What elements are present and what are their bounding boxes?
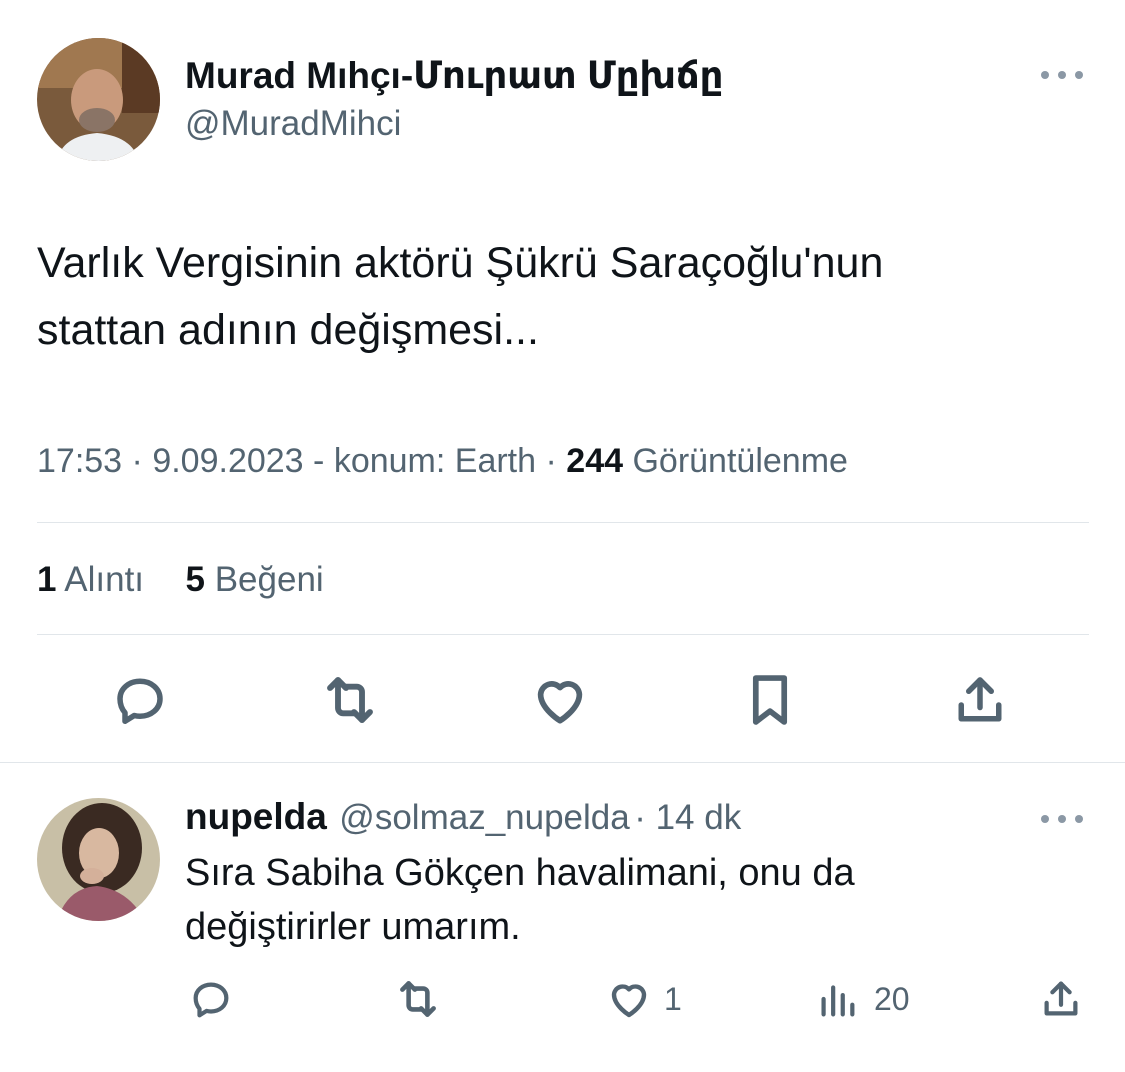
reply-reply-icon[interactable]: [186, 974, 236, 1024]
reply-avatar[interactable]: [37, 798, 160, 921]
tweet-location: konum: Earth: [333, 442, 537, 480]
reply-text-line: Sıra Sabiha Gökçen havalimani, onu da: [185, 852, 855, 894]
tweet-meta: 17:53 · 9.09.2023 - konum: Earth · 244 G…: [37, 442, 848, 481]
share-icon[interactable]: [948, 668, 1012, 732]
tweet-date[interactable]: 9.09.2023: [152, 442, 303, 480]
bookmark-icon[interactable]: [738, 668, 802, 732]
reply-text-line: değiştirirler umarım.: [185, 906, 521, 948]
divider: [37, 634, 1089, 635]
tweet-time[interactable]: 17:53: [37, 442, 122, 480]
reply-retweet-icon[interactable]: [392, 974, 444, 1024]
retweet-icon[interactable]: [318, 668, 382, 732]
likes-label: Beğeni: [214, 560, 324, 599]
divider: [37, 522, 1089, 523]
tweet-text-line: Varlık Vergisinin aktörü Şükrü Saraçoğlu…: [37, 239, 884, 287]
views-count: 244: [566, 442, 624, 480]
reply-like-icon[interactable]: [604, 974, 654, 1024]
more-horizontal-icon[interactable]: [1038, 806, 1086, 832]
author-handle[interactable]: @MuradMihci: [185, 104, 401, 144]
reply-analytics-icon[interactable]: [812, 974, 862, 1024]
reply-display-name[interactable]: nupelda: [185, 796, 327, 837]
reply-text: Sıra Sabiha Gökçen havalimani, onu da de…: [185, 846, 1085, 954]
views-label: Görüntülenme: [632, 442, 848, 480]
tweet-text: Varlık Vergisinin aktörü Şükrü Saraçoğlu…: [37, 230, 1097, 364]
tweet-stats: 1 Alıntı 5 Beğeni: [37, 560, 324, 600]
author-avatar[interactable]: [37, 38, 160, 161]
reply-icon[interactable]: [108, 668, 172, 732]
reply-likes-count: 1: [664, 981, 682, 1017]
separator-dot: ·: [634, 798, 656, 837]
tweet-text-line: stattan adının değişmesi...: [37, 306, 539, 354]
quotes-stat[interactable]: 1 Alıntı: [37, 560, 154, 599]
reply-share-icon[interactable]: [1036, 974, 1086, 1024]
likes-stat[interactable]: 5 Beğeni: [186, 560, 324, 599]
separator-dot: ·: [131, 442, 153, 480]
more-horizontal-icon[interactable]: [1038, 62, 1086, 88]
reply-header: nupelda @solmaz_nupelda · 14 dk: [185, 796, 741, 838]
author-display-name[interactable]: Murad Mıhçı-Մուրատ Մըխճը: [185, 54, 723, 97]
quotes-label: Alıntı: [64, 560, 145, 599]
section-divider: [0, 762, 1125, 763]
separator-dot: ·: [545, 442, 567, 480]
separator-dash: -: [313, 442, 334, 480]
quotes-count: 1: [37, 560, 57, 599]
likes-count: 5: [185, 560, 205, 599]
reply-age[interactable]: 14 dk: [656, 798, 742, 837]
like-icon[interactable]: [528, 668, 592, 732]
reply-handle[interactable]: @solmaz_nupelda: [339, 798, 629, 837]
reply-views-count: 20: [874, 981, 910, 1017]
